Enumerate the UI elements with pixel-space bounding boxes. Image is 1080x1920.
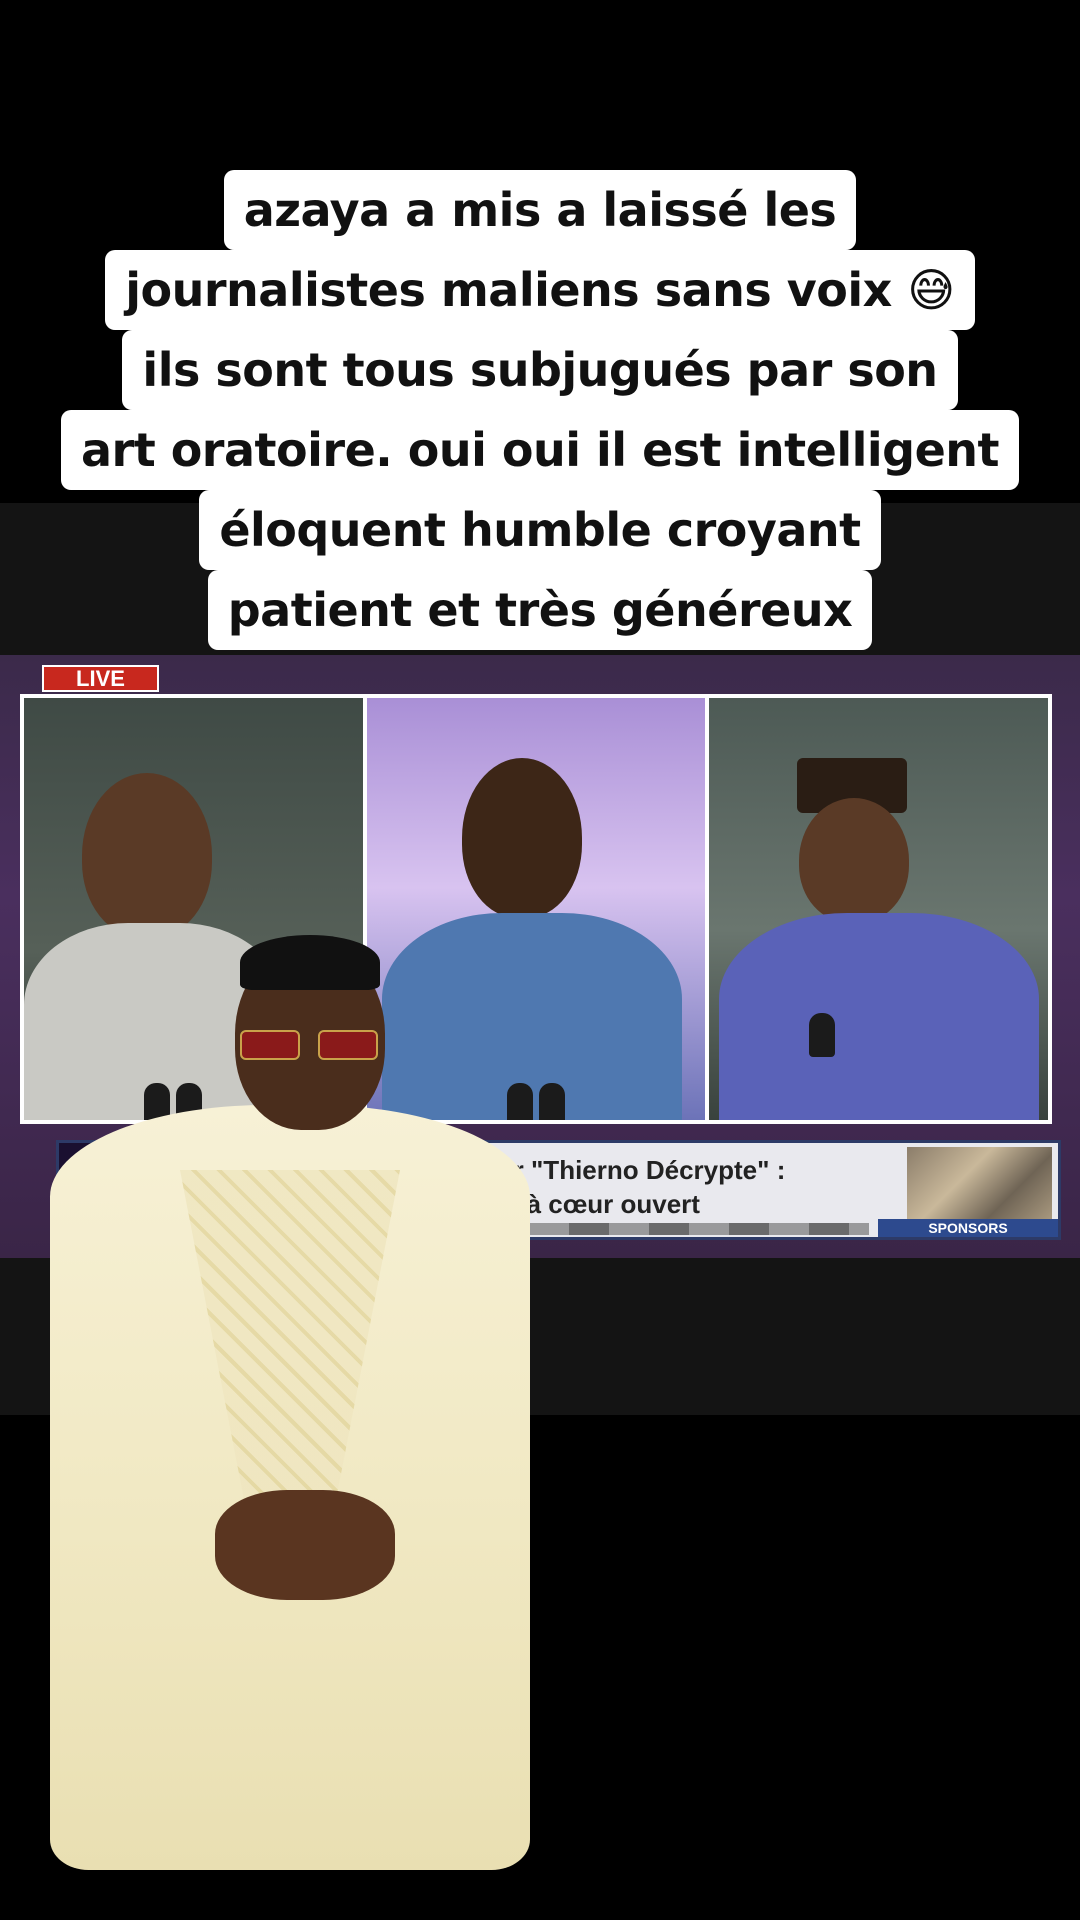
video-panel-right bbox=[709, 698, 1049, 1120]
person-hands bbox=[215, 1490, 395, 1600]
sponsor-label: SPONSORS bbox=[878, 1219, 1058, 1237]
foreground-person-cutout bbox=[30, 930, 550, 1870]
journalist-head bbox=[799, 798, 910, 923]
journalist-body bbox=[719, 913, 1040, 1120]
journalist-head bbox=[82, 773, 212, 938]
person-hair bbox=[240, 935, 380, 990]
caption-line: journalistes maliens sans voix 😅 bbox=[105, 250, 975, 330]
caption-line: art oratoire. oui oui il est intelligent bbox=[60, 410, 1020, 490]
sponsor-image bbox=[907, 1147, 1052, 1219]
caption-line: patient et très généreux bbox=[207, 570, 873, 650]
caption-line: azaya a mis a laissé les bbox=[223, 170, 857, 250]
microphone-icon bbox=[809, 1013, 836, 1057]
journalist-head bbox=[461, 758, 582, 918]
caption-line: éloquent humble croyant bbox=[199, 490, 881, 570]
live-badge: LIVE bbox=[42, 665, 159, 692]
caption-line: ils sont tous subjugués par son bbox=[122, 330, 958, 410]
caption-overlay: azaya a mis a laissé les journalistes ma… bbox=[0, 170, 1080, 650]
sunglasses-icon bbox=[240, 1030, 380, 1060]
